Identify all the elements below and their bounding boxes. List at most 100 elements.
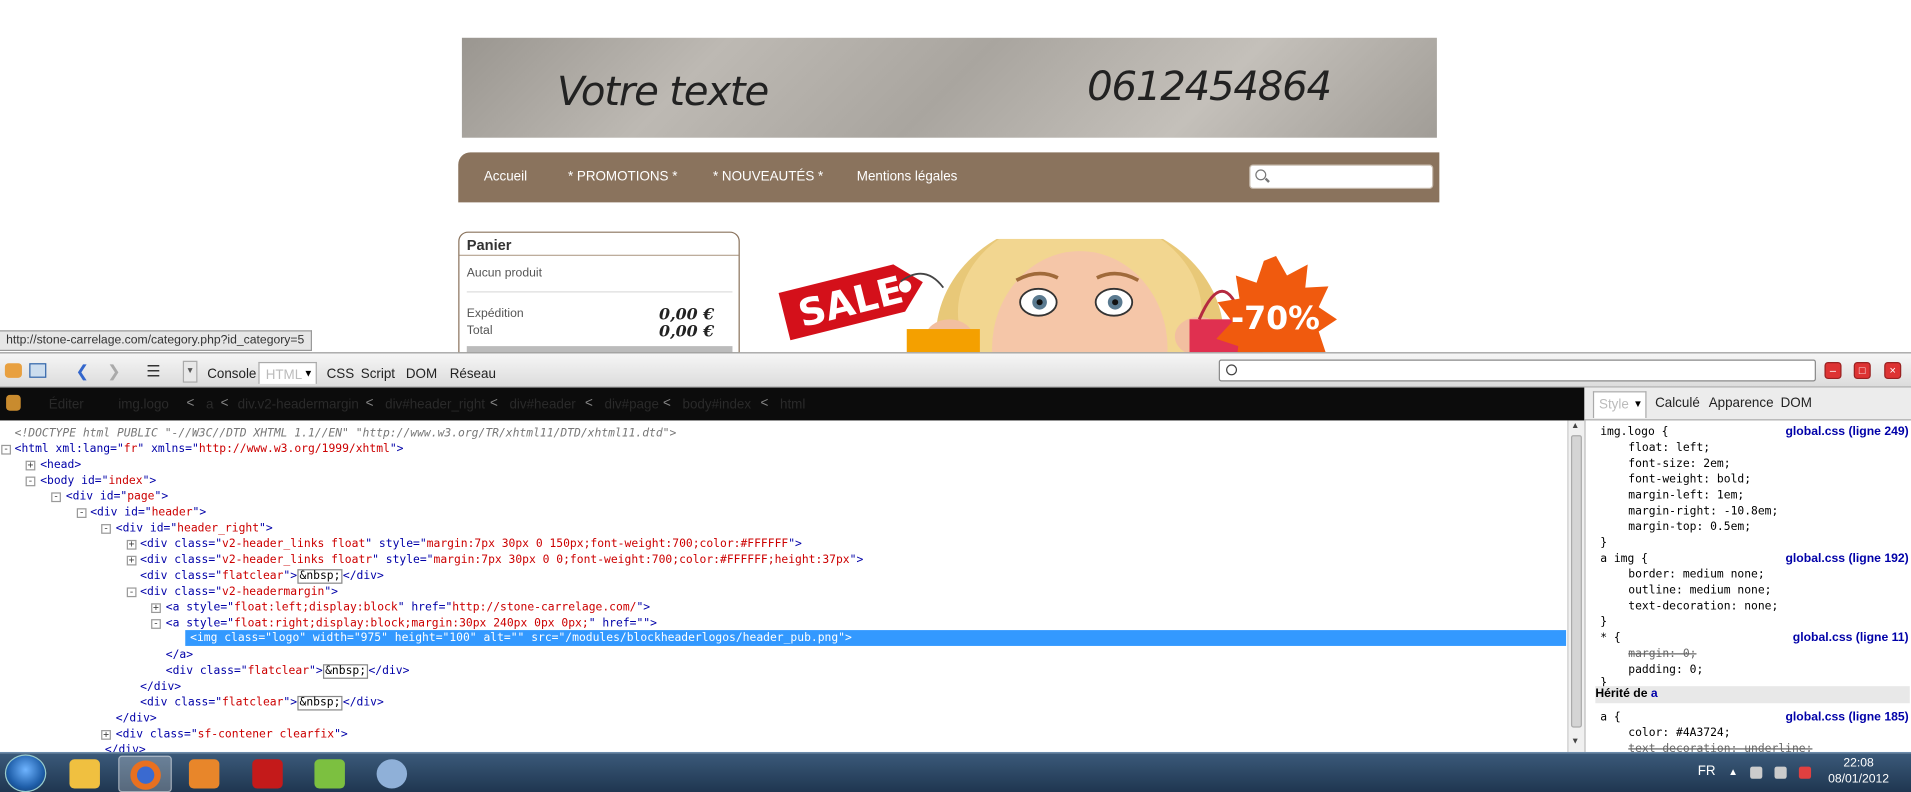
css-source-link[interactable]: global.css (ligne 249)	[1785, 425, 1908, 440]
tab-layout[interactable]: Apparence	[1709, 396, 1774, 411]
close-button[interactable]: ×	[1884, 361, 1902, 380]
css-property[interactable]: padding: 0;	[1628, 663, 1703, 678]
tree-line-header-links-floatr[interactable]: <div class="v2-header_links floatr" styl…	[140, 552, 863, 568]
tree-line-header[interactable]: <div id="header">	[90, 505, 206, 521]
collapse-toggle-icon[interactable]: -	[101, 523, 111, 534]
detach-button[interactable]: □	[1853, 361, 1871, 380]
forward-icon[interactable]: ❯	[107, 362, 120, 382]
tree-line-doctype[interactable]: <!DOCTYPE html PUBLIC "-//W3C//DTD XHTML…	[15, 425, 677, 441]
tab-script[interactable]: Script	[361, 367, 395, 382]
breadcrumb-item[interactable]: img.logo	[118, 397, 169, 412]
css-property[interactable]: border: medium none;	[1628, 568, 1764, 583]
minimize-button[interactable]: –	[1824, 361, 1842, 380]
expand-toggle-icon[interactable]: +	[151, 603, 161, 614]
tree-line-flatclear[interactable]: <div class="flatclear"> &nbsp; </div>	[140, 568, 384, 584]
back-icon[interactable]: ❮	[76, 362, 89, 382]
css-property[interactable]: margin-right: -10.8em;	[1628, 505, 1778, 520]
breadcrumb-item[interactable]: div#header_right	[385, 397, 485, 412]
tree-line-div-close[interactable]: </div>	[116, 711, 157, 727]
tree-line-div-close[interactable]: </div>	[105, 742, 146, 752]
search-input[interactable]	[1249, 164, 1434, 189]
tree-line-a-left[interactable]: <a style="float:left;display:block" href…	[166, 600, 650, 616]
css-property[interactable]: font-size: 2em;	[1628, 457, 1730, 472]
breadcrumb-item[interactable]: div#header	[509, 397, 575, 412]
collapse-toggle-icon[interactable]: -	[51, 492, 61, 503]
promo-banner-image[interactable]: SALE -70%	[760, 238, 1364, 353]
breadcrumb-edit[interactable]: Éditer	[49, 397, 84, 412]
paint-icon[interactable]	[366, 756, 420, 792]
collapse-toggle-icon[interactable]: -	[151, 619, 161, 629]
expand-toggle-icon[interactable]: +	[101, 729, 111, 740]
tree-line-head[interactable]: <head>	[40, 457, 81, 473]
css-property-overridden[interactable]: text-decoration: underline;	[1628, 742, 1812, 752]
tree-line-html[interactable]: <html xml:lang="fr" xmlns="http://www.w3…	[15, 441, 404, 457]
tray-app-icon[interactable]	[1750, 766, 1763, 779]
scrollbar[interactable]: ▲ ▼	[1567, 420, 1585, 752]
expand-toggle-icon[interactable]: +	[25, 460, 36, 471]
expand-toggle-icon[interactable]: +	[126, 555, 137, 566]
system-clock[interactable]: 22:08 08/01/2012	[1816, 756, 1901, 788]
dropdown-arrow-icon[interactable]: ▼	[182, 360, 198, 383]
scroll-up-icon[interactable]: ▲	[1571, 422, 1579, 431]
collapse-toggle-icon[interactable]: -	[76, 508, 87, 518]
scroll-down-icon[interactable]: ▼	[1571, 737, 1579, 746]
breadcrumb-item[interactable]: div.v2-headermargin	[238, 397, 359, 412]
breadcrumb-item[interactable]: div#page	[605, 397, 659, 412]
inherited-element-link[interactable]: a	[1651, 687, 1658, 700]
notepad-icon[interactable]	[303, 756, 357, 792]
tree-line-flatclear[interactable]: <div class="flatclear"> &nbsp; </div>	[140, 695, 384, 711]
scrollbar-thumb[interactable]	[1570, 435, 1582, 728]
breadcrumb-item[interactable]: body#index	[683, 397, 752, 412]
tree-line-body[interactable]: <body id="index">	[40, 473, 156, 489]
css-property[interactable]: margin-top: 0.5em;	[1628, 520, 1751, 535]
css-property[interactable]: margin-left: 1em;	[1628, 489, 1744, 504]
css-property[interactable]: float: left;	[1628, 441, 1710, 456]
start-button[interactable]	[4, 754, 47, 792]
css-selector[interactable]: img.logo {	[1600, 425, 1668, 440]
collapse-toggle-icon[interactable]: -	[126, 587, 137, 598]
network-icon[interactable]	[1774, 766, 1787, 779]
tab-side-dom[interactable]: DOM	[1781, 396, 1812, 411]
css-property[interactable]: outline: medium none;	[1628, 584, 1771, 599]
css-selector[interactable]: a {	[1600, 711, 1620, 726]
language-indicator[interactable]: FR	[1698, 764, 1716, 779]
cart-title[interactable]: Panier	[467, 236, 512, 253]
tab-computed[interactable]: Calculé	[1655, 396, 1700, 411]
menu-icon[interactable]: ☰	[146, 362, 160, 382]
tray-expand-icon[interactable]: ▲	[1728, 767, 1738, 778]
css-property[interactable]: text-decoration: none;	[1628, 600, 1778, 615]
nav-item-promotions[interactable]: * PROMOTIONS *	[568, 169, 677, 184]
css-property-overridden[interactable]: margin: 0;	[1628, 647, 1696, 662]
windows-explorer-icon[interactable]	[59, 756, 113, 792]
volume-icon[interactable]	[1798, 766, 1812, 779]
tab-html[interactable]: HTML ▼	[258, 361, 317, 384]
tab-console[interactable]: Console	[207, 367, 256, 382]
firebug-icon[interactable]	[4, 363, 22, 378]
css-property[interactable]: font-weight: bold;	[1628, 473, 1751, 488]
firebug-search-input[interactable]	[1218, 359, 1816, 382]
nav-item-accueil[interactable]: Accueil	[484, 169, 527, 184]
css-selector[interactable]: a img {	[1600, 552, 1648, 567]
tab-css[interactable]: CSS	[327, 367, 355, 382]
nav-item-mentions-legales[interactable]: Mentions légales	[857, 169, 958, 184]
expand-toggle-icon[interactable]: +	[126, 539, 137, 550]
collapse-toggle-icon[interactable]: -	[25, 476, 36, 487]
tree-line-img-logo-selected[interactable]: <img class="logo" width="975" height="10…	[185, 630, 1567, 646]
filezilla-icon[interactable]	[241, 756, 295, 792]
tree-line-flatclear[interactable]: <div class="flatclear"> &nbsp; </div>	[166, 663, 409, 679]
css-source-link[interactable]: global.css (ligne 11)	[1793, 631, 1909, 646]
css-property[interactable]: color: #4A3724;	[1628, 726, 1730, 741]
header-banner[interactable]: Votre texte 0612454864	[461, 37, 1437, 138]
tab-dom[interactable]: DOM	[406, 367, 437, 382]
sass-icon[interactable]	[178, 756, 232, 792]
tree-line-a-close[interactable]: </a>	[166, 647, 193, 663]
nav-item-nouveautes[interactable]: * NOUVEAUTÉS *	[713, 169, 823, 184]
tree-line-header-links-float[interactable]: <div class="v2-header_links float" style…	[140, 536, 802, 552]
tree-line-sf-contener[interactable]: <div class="sf-contener clearfix">	[116, 726, 348, 742]
tree-line-header-right[interactable]: <div id="header_right">	[116, 520, 273, 536]
tree-line-headermargin[interactable]: <div class="v2-headermargin">	[140, 584, 338, 600]
inspect-icon[interactable]	[29, 363, 47, 378]
css-source-link[interactable]: global.css (ligne 192)	[1785, 552, 1908, 567]
css-selector[interactable]: * {	[1600, 631, 1620, 646]
tree-line-page[interactable]: <div id="page">	[66, 489, 168, 505]
